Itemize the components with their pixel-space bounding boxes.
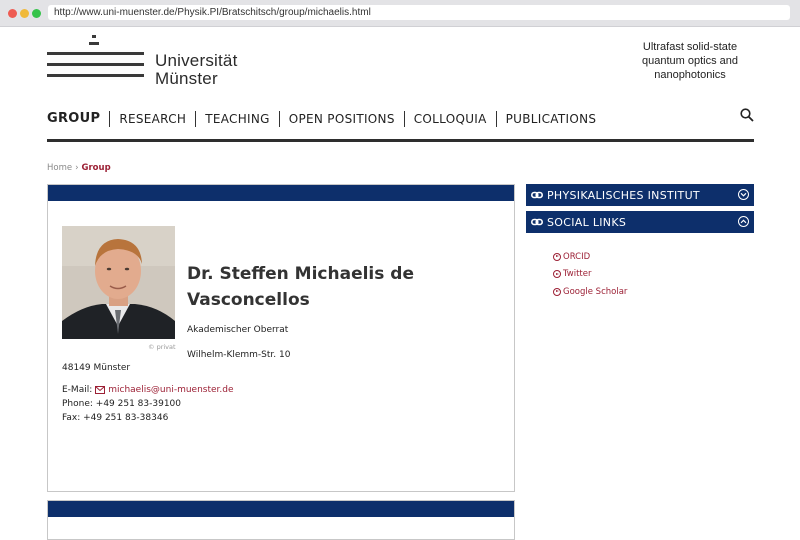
link-icon [531, 191, 543, 199]
search-icon[interactable] [740, 108, 754, 122]
photo-credit: © privat [148, 343, 176, 351]
logo-wordmark: Universität Münster [155, 51, 238, 88]
social-links-list: ORCID Twitter Google Scholar [553, 248, 627, 301]
person-role: Akademischer Oberrat [187, 325, 289, 335]
sidebar-section-title: SOCIAL LINKS [547, 215, 627, 229]
email-link[interactable]: michaelis@uni-muenster.de [108, 385, 233, 395]
social-link-google-scholar[interactable]: Google Scholar [553, 283, 627, 301]
link-label: Google Scholar [563, 286, 628, 297]
social-link-orcid[interactable]: ORCID [553, 248, 627, 266]
sidebar-section-social-links[interactable]: SOCIAL LINKS [526, 211, 754, 233]
chevron-down-icon[interactable] [738, 189, 749, 200]
address-city: 48149 Münster [62, 363, 131, 373]
address-bar[interactable]: http://www.uni-muenster.de/Physik.PI/Bra… [48, 5, 790, 20]
site-tagline: Ultrafast solid-state quantum optics and… [641, 41, 738, 81]
nav-item-publications[interactable]: PUBLICATIONS [495, 111, 606, 127]
breadcrumb-current[interactable]: Group [82, 163, 111, 173]
fax-number: Fax: +49 251 83-38346 [62, 413, 169, 423]
person-name: Dr. Steffen Michaelis de Vasconcellos [187, 264, 414, 310]
nav-item-research[interactable]: RESEARCH [109, 111, 195, 127]
nav-item-colloquia[interactable]: COLLOQUIA [403, 111, 496, 127]
card-header-bar [48, 501, 514, 517]
email-label: E-Mail: [62, 385, 93, 395]
close-window-button[interactable] [8, 9, 17, 18]
address-street: Wilhelm-Klemm-Str. 10 [187, 350, 291, 360]
main-navigation: GROUP RESEARCH TEACHING OPEN POSITIONS C… [47, 109, 605, 129]
next-card [47, 500, 515, 540]
arrow-circle-icon [553, 287, 561, 296]
chevron-up-icon[interactable] [738, 216, 749, 227]
link-label: Twitter [563, 269, 592, 280]
breadcrumb: Home › Group [47, 163, 111, 173]
mail-icon [95, 386, 106, 394]
profile-photo [62, 226, 175, 339]
profile-card: © privat Dr. Steffen Michaelis de Vascon… [47, 184, 515, 492]
sidebar-section-physikalisches-institut[interactable]: PHYSIKALISCHES INSTITUT [526, 184, 754, 206]
nav-divider [47, 139, 754, 142]
link-label: ORCID [563, 251, 591, 262]
nav-item-group[interactable]: GROUP [47, 111, 109, 127]
minimize-window-button[interactable] [20, 9, 29, 18]
arrow-circle-icon [553, 252, 561, 261]
email-row: E-Mail: michaelis@uni-muenster.de [62, 385, 234, 395]
arrow-circle-icon [553, 270, 561, 279]
browser-toolbar: http://www.uni-muenster.de/Physik.PI/Bra… [0, 0, 800, 27]
sidebar-section-title: PHYSIKALISCHES INSTITUT [547, 188, 700, 202]
link-icon [531, 218, 543, 226]
maximize-window-button[interactable] [32, 9, 41, 18]
breadcrumb-separator: › [75, 163, 79, 173]
card-header-bar [48, 185, 514, 201]
social-link-twitter[interactable]: Twitter [553, 266, 627, 284]
nav-item-teaching[interactable]: TEACHING [195, 111, 279, 127]
nav-item-open-positions[interactable]: OPEN POSITIONS [278, 111, 404, 127]
breadcrumb-home[interactable]: Home [47, 163, 72, 173]
phone-number: Phone: +49 251 83-39100 [62, 399, 181, 409]
